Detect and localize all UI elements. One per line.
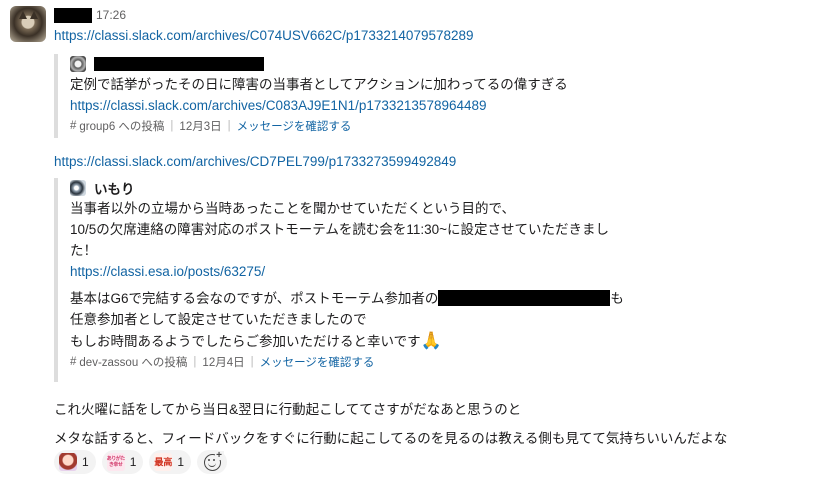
- reactions-bar: 1 ありがたき幸せ 1 最高 1 +: [54, 450, 228, 474]
- arigato-emoji-icon: ありがたき幸せ: [106, 453, 125, 471]
- quote1-channel[interactable]: group6 への投稿: [79, 118, 164, 134]
- quoted-message-1: 定例で話挙がったその日に障害の当事者としてアクションに加わってるの偉すぎる ht…: [54, 54, 568, 138]
- message-header: 17:26: [54, 6, 126, 24]
- user-avatar[interactable]: [10, 6, 46, 42]
- pray-emoji-icon: 🙏: [420, 331, 442, 350]
- channel-hash-icon: #: [70, 120, 77, 132]
- quote2-line-1: 当事者以外の立場から当時あったことを聞かせていただくという目的で、: [70, 201, 515, 216]
- quote2-line-6: もしお時間あるようでしたらご参加いただけると幸いです🙏: [70, 330, 624, 352]
- quote1-meta: # group6 への投稿 | 12月3日 | メッセージを確認する: [70, 118, 352, 134]
- quote2-line-4-post: も: [610, 291, 624, 306]
- quote2-meta: # dev-zassou への投稿 | 12月4日 | メッセージを確認する: [70, 354, 375, 370]
- quote1-confirm-link[interactable]: メッセージを確認する: [237, 118, 352, 134]
- person-emoji-icon: [59, 453, 77, 471]
- quote1-header: [70, 54, 568, 74]
- quoted-message-2: いもり 当事者以外の立場から当時あったことを聞かせていただくという目的で、 10…: [54, 178, 624, 382]
- reaction-saiko[interactable]: 最高 1: [149, 450, 192, 474]
- add-reaction-button[interactable]: +: [197, 450, 228, 474]
- redacted-quote1-author[interactable]: [94, 57, 264, 71]
- reaction-count: 1: [129, 455, 137, 469]
- archive-link-2[interactable]: https://classi.slack.com/archives/CD7PEL…: [54, 154, 456, 169]
- reaction-count: 1: [177, 455, 185, 469]
- quote2-line-6-text: もしお時間あるようでしたらご参加いただけると幸いです: [70, 334, 421, 349]
- quote2-header: いもり: [70, 178, 624, 198]
- quote1-date[interactable]: 12月3日: [179, 118, 221, 134]
- archive-link-1[interactable]: https://classi.slack.com/archives/C074US…: [54, 28, 474, 43]
- quote2-date[interactable]: 12月4日: [202, 354, 244, 370]
- message-paragraph-2: メタな話すると、フィードバックをすぐに行動に起こしてるのを見るのは教える側も見て…: [54, 431, 728, 446]
- quote2-line-4-pre: 基本はG6で完結する会なのですが、ポストモーテム参加者の: [70, 291, 439, 306]
- quote2-confirm-link[interactable]: メッセージを確認する: [260, 354, 375, 370]
- quote2-line-2: 10/5の欠席連絡の障害対応のポストモーテムを読む会を11:30~に設定させてい…: [70, 222, 610, 237]
- quote2-author[interactable]: いもり: [94, 178, 135, 198]
- message-timestamp[interactable]: 17:26: [96, 8, 126, 22]
- reaction-count: 1: [82, 455, 89, 469]
- message-paragraph-1: これ火曜に話をしてから当日&翌日に行動起こしててさすがだなあと思うのと: [54, 402, 522, 417]
- quote1-link[interactable]: https://classi.slack.com/archives/C083AJ…: [70, 98, 487, 113]
- reaction-arigato[interactable]: ありがたき幸せ 1: [101, 450, 144, 474]
- quote2-line-3: た！: [70, 243, 97, 258]
- quote2-link[interactable]: https://classi.esa.io/posts/63275/: [70, 264, 265, 279]
- quote1-avatar[interactable]: [70, 56, 86, 72]
- add-emoji-icon: +: [203, 450, 224, 471]
- quote1-text: 定例で話挙がったその日に障害の当事者としてアクションに加わってるの偉すぎる: [70, 77, 568, 92]
- channel-hash-icon: #: [70, 356, 77, 368]
- quote2-channel[interactable]: dev-zassou への投稿: [79, 354, 187, 370]
- saiko-emoji-icon: 最高: [154, 453, 172, 471]
- reaction-person[interactable]: 1: [54, 450, 96, 474]
- quote2-line-5: 任意参加者として設定させていただきましたので: [70, 312, 367, 327]
- quote2-line-4: 基本はG6で完結する会なのですが、ポストモーテム参加者の も: [70, 288, 624, 309]
- quote2-avatar[interactable]: [70, 180, 86, 196]
- redacted-username[interactable]: [54, 7, 92, 23]
- redacted-participant: [438, 290, 611, 306]
